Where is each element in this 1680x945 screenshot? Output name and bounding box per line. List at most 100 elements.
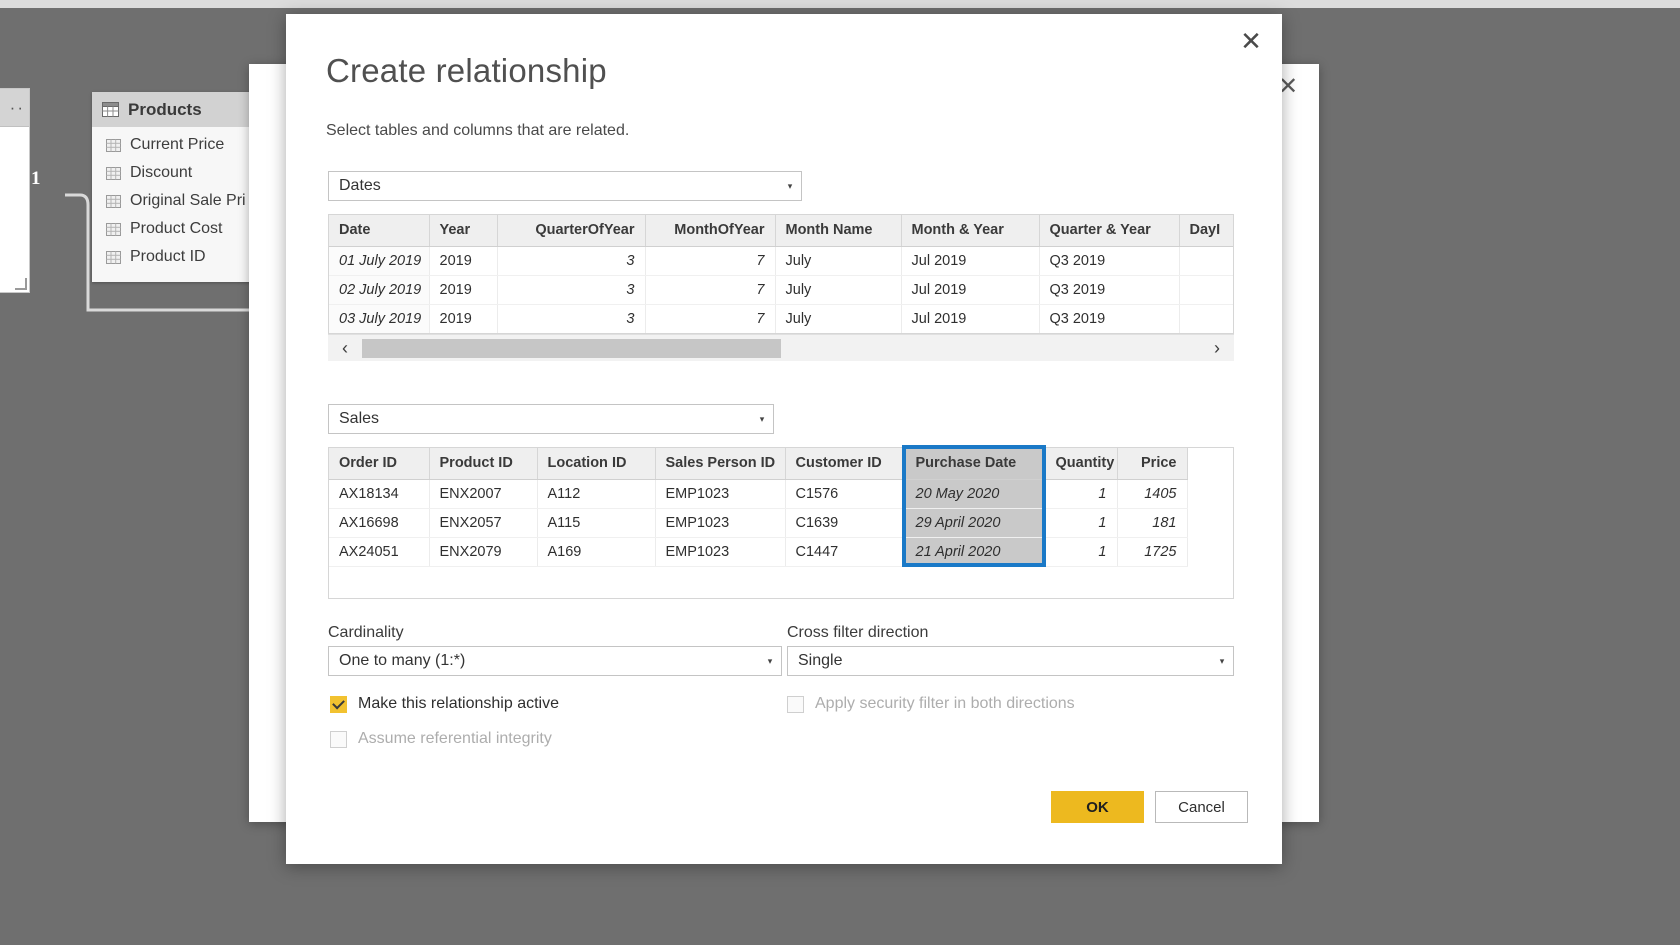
table-row[interactable]: AX24051 ENX2079 A169 EMP1023 C1447 21 April 2…: [329, 537, 1188, 567]
field-item[interactable]: Discount: [92, 159, 267, 187]
table-cell[interactable]: AX16698: [329, 508, 430, 538]
column-header[interactable]: Quantity: [1045, 448, 1118, 480]
table-cell[interactable]: C1639: [785, 508, 906, 538]
column-header[interactable]: Price: [1117, 448, 1188, 480]
table-cell[interactable]: 01 July 2019: [329, 246, 430, 276]
column-header[interactable]: Month Name: [775, 215, 902, 247]
column-header[interactable]: Sales Person ID: [655, 448, 786, 480]
table-cell[interactable]: 29 April 2020: [905, 508, 1046, 538]
close-icon[interactable]: ✕: [1230, 22, 1272, 60]
partial-table-card: ··: [0, 88, 30, 293]
table-cell[interactable]: 3: [497, 246, 646, 276]
column-header[interactable]: Customer ID: [785, 448, 906, 480]
table1-horizontal-scrollbar[interactable]: ‹ ›: [328, 334, 1234, 361]
table-cell[interactable]: 3: [497, 275, 646, 305]
scroll-right-icon[interactable]: ›: [1200, 339, 1234, 357]
table-cell[interactable]: C1576: [785, 479, 906, 509]
table-cell[interactable]: Jul 2019: [901, 246, 1040, 276]
table-cell[interactable]: July: [775, 304, 902, 333]
resize-handle-icon[interactable]: [15, 278, 27, 290]
table-cell[interactable]: Jul 2019: [901, 304, 1040, 333]
make-relationship-active-checkbox[interactable]: [330, 695, 347, 713]
table-cell[interactable]: A115: [537, 508, 656, 538]
table-cell[interactable]: 1725: [1117, 537, 1188, 567]
table-cell[interactable]: 3: [497, 304, 646, 333]
table-cell[interactable]: [1179, 275, 1233, 305]
table-cell[interactable]: 181: [1117, 508, 1188, 538]
column-header[interactable]: MonthOfYear: [645, 215, 776, 247]
table-cell[interactable]: ENX2007: [429, 479, 538, 509]
table2-select[interactable]: Sales ▾: [328, 404, 774, 434]
table-cell[interactable]: ENX2057: [429, 508, 538, 538]
column-header[interactable]: Location ID: [537, 448, 656, 480]
table-row[interactable]: 02 July 2019 2019 3 7 July Jul 2019 Q3 2019: [329, 275, 1233, 305]
column-header[interactable]: Order ID: [329, 448, 430, 480]
table-row[interactable]: AX16698 ENX2057 A115 EMP1023 C1639 29 April 2…: [329, 508, 1188, 538]
table-cell[interactable]: A112: [537, 479, 656, 509]
table-cell[interactable]: Jul 2019: [901, 275, 1040, 305]
field-label: Current Price: [130, 136, 225, 153]
cancel-button[interactable]: Cancel: [1155, 791, 1248, 823]
column-header[interactable]: QuarterOfYear: [497, 215, 646, 247]
table-card-products[interactable]: Products Current Price Discount Original…: [92, 92, 267, 282]
table-cell[interactable]: 03 July 2019: [329, 304, 430, 333]
table-cell[interactable]: 2019: [429, 246, 498, 276]
cardinality-select[interactable]: One to many (1:*) ▾: [328, 646, 782, 676]
table-cell[interactable]: 20 May 2020: [905, 479, 1046, 509]
table-row[interactable]: AX18134 ENX2007 A112 EMP1023 C1576 20 May 202…: [329, 479, 1188, 509]
table-cell[interactable]: 1405: [1117, 479, 1188, 509]
column-header[interactable]: Product ID: [429, 448, 538, 480]
column-header[interactable]: Year: [429, 215, 498, 247]
chevron-down-icon: ▾: [1219, 655, 1225, 666]
make-relationship-active-label: Make this relationship active: [358, 695, 559, 712]
table1-preview-grid[interactable]: Date Year QuarterOfYear MonthOfYear Month Na…: [328, 214, 1234, 334]
table-cell[interactable]: 02 July 2019: [329, 275, 430, 305]
scrollbar-track[interactable]: [362, 338, 1200, 358]
table-cell[interactable]: July: [775, 246, 902, 276]
ok-button[interactable]: OK: [1051, 791, 1144, 823]
table-cell[interactable]: Q3 2019: [1039, 275, 1180, 305]
table-cell[interactable]: EMP1023: [655, 537, 786, 567]
cross-filter-select[interactable]: Single ▾: [787, 646, 1234, 676]
cardinality-selected-value: One to many (1:*): [339, 652, 466, 669]
table-cell[interactable]: [1179, 304, 1233, 333]
scrollbar-thumb[interactable]: [362, 338, 781, 358]
scroll-left-icon[interactable]: ‹: [328, 339, 362, 357]
field-item[interactable]: Current Price: [92, 131, 267, 159]
table-cell[interactable]: AX24051: [329, 537, 430, 567]
table-cell[interactable]: [1179, 246, 1233, 276]
table-cell[interactable]: 21 April 2020: [905, 537, 1046, 567]
table-cell[interactable]: Q3 2019: [1039, 304, 1180, 333]
table-cell[interactable]: 7: [645, 304, 776, 333]
table-cell[interactable]: EMP1023: [655, 479, 786, 509]
column-header[interactable]: Month & Year: [901, 215, 1040, 247]
table-row[interactable]: 03 July 2019 2019 3 7 July Jul 2019 Q3 2019: [329, 304, 1233, 333]
table-cell[interactable]: AX18134: [329, 479, 430, 509]
field-item[interactable]: Product ID: [92, 243, 267, 271]
table-cell[interactable]: 1: [1045, 537, 1118, 567]
products-card-title: Products: [128, 99, 202, 119]
table-cell[interactable]: 7: [645, 246, 776, 276]
make-relationship-active-row[interactable]: Make this relationship active: [330, 695, 559, 713]
table-cell[interactable]: 7: [645, 275, 776, 305]
field-item[interactable]: Product Cost: [92, 215, 267, 243]
table-cell[interactable]: ENX2079: [429, 537, 538, 567]
field-item[interactable]: Original Sale Pri: [92, 187, 267, 215]
column-header[interactable]: Quarter & Year: [1039, 215, 1180, 247]
column-header[interactable]: Purchase Date: [905, 448, 1046, 480]
table-cell[interactable]: 1: [1045, 508, 1118, 538]
table-cell[interactable]: C1447: [785, 537, 906, 567]
table-row[interactable]: 01 July 2019 2019 3 7 July Jul 2019 Q3 2019: [329, 246, 1233, 276]
table-cell[interactable]: 2019: [429, 275, 498, 305]
table-cell[interactable]: 2019: [429, 304, 498, 333]
table-cell[interactable]: A169: [537, 537, 656, 567]
table-cell[interactable]: EMP1023: [655, 508, 786, 538]
column-header[interactable]: DayI: [1179, 215, 1233, 247]
table-cell[interactable]: July: [775, 275, 902, 305]
table1-select[interactable]: Dates ▾: [328, 171, 802, 201]
table-cell[interactable]: 1: [1045, 479, 1118, 509]
column-icon: [106, 222, 121, 236]
table-cell[interactable]: Q3 2019: [1039, 246, 1180, 276]
column-header[interactable]: Date: [329, 215, 430, 247]
table2-preview-grid[interactable]: Order ID Product ID Location ID Sales Perso…: [328, 447, 1234, 599]
